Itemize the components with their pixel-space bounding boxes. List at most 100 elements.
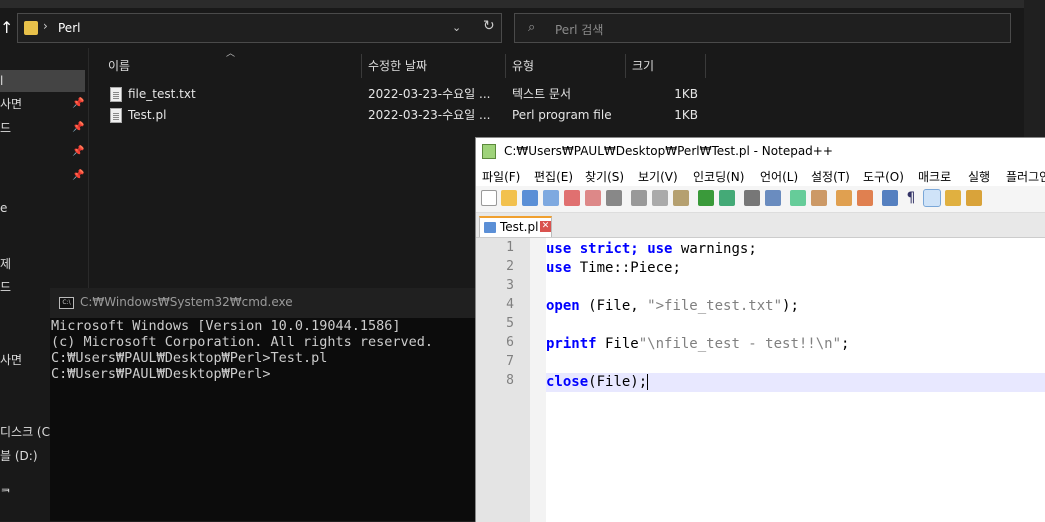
paste-icon[interactable] <box>673 190 689 206</box>
string-literal: ">file_test.txt" <box>647 298 783 314</box>
pin-icon: 📌 <box>72 146 85 157</box>
undo-icon[interactable] <box>698 190 714 206</box>
nav-item-pinned[interactable]: 📌 <box>0 141 88 163</box>
nav-item-e[interactable]: e <box>0 197 88 219</box>
keyword: close <box>546 374 589 390</box>
tab-test-pl[interactable]: Test.pl ✕ <box>479 216 552 237</box>
pin-icon: 📌 <box>72 98 85 109</box>
code-text: ; <box>841 336 850 352</box>
zoom-in-icon[interactable] <box>790 190 806 206</box>
nav-item-label: 드 <box>0 280 12 294</box>
file-type: 텍스트 문서 <box>512 87 572 101</box>
indent-guide-icon[interactable] <box>923 189 941 207</box>
nav-item-3d[interactable]: 제 <box>0 253 88 275</box>
replace-icon[interactable] <box>765 190 781 206</box>
keyword: use <box>546 260 572 276</box>
code-line[interactable]: use strict; use warnings; <box>546 240 1045 259</box>
line-number: 4 <box>506 297 514 312</box>
toolbar: ¶ <box>476 186 1045 213</box>
column-header-size[interactable]: 크기 <box>626 54 706 78</box>
code-line[interactable]: use Time::Piece; <box>546 259 1045 278</box>
file-row[interactable]: Test.pl 2022-03-23-수요일 ... Perl program … <box>108 105 728 126</box>
cmd-title: C:₩Windows₩System32₩cmd.exe <box>80 295 293 309</box>
code-line[interactable] <box>546 354 1045 373</box>
line-number-gutter: 1 2 3 4 5 6 7 8 <box>476 238 546 522</box>
nav-item-label: 드 <box>0 121 12 135</box>
current-code-line[interactable]: close(File); <box>546 373 1045 392</box>
close-file-icon[interactable] <box>564 190 580 206</box>
console-line: (c) Microsoft Corporation. All rights re… <box>51 334 434 350</box>
menu-file[interactable]: 파일(F) <box>482 168 520 185</box>
line-number: 1 <box>506 240 514 255</box>
nav-item-downloads[interactable]: 드 📌 <box>0 117 88 139</box>
code-line[interactable] <box>546 316 1045 335</box>
notepadpp-titlebar[interactable]: C:₩Users₩PAUL₩Desktop₩Perl₩Test.pl - Not… <box>476 138 1045 166</box>
pilcrow-icon[interactable]: ¶ <box>903 190 919 206</box>
tab-bar: Test.pl ✕ <box>476 213 1045 238</box>
udl-icon[interactable] <box>945 190 961 206</box>
nav-item-selected[interactable]: l <box>0 70 85 92</box>
notepadpp-window[interactable]: C:₩Users₩PAUL₩Desktop₩Perl₩Test.pl - Not… <box>475 137 1045 522</box>
code-line[interactable] <box>546 278 1045 297</box>
menu-settings[interactable]: 설정(T) <box>811 168 850 185</box>
ribbon-strip <box>0 0 1024 8</box>
find-icon[interactable] <box>744 190 760 206</box>
zoom-out-icon[interactable] <box>811 190 827 206</box>
menu-view[interactable]: 보기(V) <box>638 168 678 185</box>
column-header-name[interactable]: 이름 <box>102 54 362 78</box>
nav-item-label: 블 (D:) <box>0 449 38 463</box>
redo-icon[interactable] <box>719 190 735 206</box>
menu-run[interactable]: 실행 <box>968 168 990 185</box>
doc-map-icon[interactable] <box>966 190 982 206</box>
code-editor[interactable]: 1 2 3 4 5 6 7 8 use strict; use warnings… <box>476 238 1045 522</box>
up-arrow-icon[interactable]: ↑ <box>0 18 14 38</box>
line-number: 8 <box>506 373 514 388</box>
cut-icon[interactable] <box>631 190 647 206</box>
save-all-icon[interactable] <box>543 190 559 206</box>
file-row[interactable]: file_test.txt 2022-03-23-수요일 ... 텍스트 문서 … <box>108 84 728 105</box>
sync-vertical-icon[interactable] <box>836 190 852 206</box>
menu-encoding[interactable]: 인코딩(N) <box>693 168 744 185</box>
code-line[interactable]: printf File"\nfile_test - test!!\n"; <box>546 335 1045 354</box>
close-tab-icon[interactable]: ✕ <box>540 221 551 232</box>
nav-item-pinned[interactable]: 📌 <box>0 165 88 187</box>
new-file-icon[interactable] <box>481 190 497 206</box>
close-all-icon[interactable] <box>585 190 601 206</box>
breadcrumb-chevron-icon[interactable]: › <box>43 19 48 33</box>
column-header-type[interactable]: 유형 <box>506 54 626 78</box>
breadcrumb-perl[interactable]: Perl <box>58 21 80 35</box>
refresh-icon[interactable]: ↻ <box>483 18 495 34</box>
menu-macro[interactable]: 매크로 <box>918 168 951 185</box>
menu-tools[interactable]: 도구(O) <box>863 168 904 185</box>
code-text: (File); <box>588 374 648 390</box>
print-icon[interactable] <box>606 190 622 206</box>
code-line[interactable]: open (File, ">file_test.txt"); <box>546 297 1045 316</box>
console-output[interactable]: Microsoft Windows [Version 10.0.19044.15… <box>51 318 433 382</box>
search-box[interactable]: ⌕ Perl 검색 <box>514 13 1011 43</box>
window-title: C:₩Users₩PAUL₩Desktop₩Perl₩Test.pl - Not… <box>504 144 833 158</box>
console-line: Microsoft Windows [Version 10.0.19044.15… <box>51 318 401 334</box>
copy-icon[interactable] <box>652 190 668 206</box>
address-bar[interactable]: › Perl ⌄ ↻ <box>17 13 502 43</box>
keyword: printf <box>546 336 597 352</box>
string-literal: "\nfile_test - test!!\n" <box>638 336 842 352</box>
chevron-down-icon[interactable]: ⌄ <box>452 21 461 34</box>
open-file-icon[interactable] <box>501 190 517 206</box>
search-placeholder[interactable]: Perl 검색 <box>555 21 603 38</box>
nav-item-desktop[interactable]: 사면 📌 <box>0 93 88 115</box>
menu-search[interactable]: 찾기(S) <box>585 168 624 185</box>
menu-language[interactable]: 언어(L) <box>760 168 798 185</box>
column-header-date[interactable]: 수정한 날짜 <box>362 54 506 78</box>
nav-item-label: e <box>0 201 8 215</box>
keyword: use <box>546 241 572 257</box>
tab-label: Test.pl <box>500 220 539 234</box>
nav-item-label: 제 <box>0 257 12 271</box>
cmd-window[interactable]: C:\ C:₩Windows₩System32₩cmd.exe Microsof… <box>50 288 490 521</box>
sync-horizontal-icon[interactable] <box>857 190 873 206</box>
menu-edit[interactable]: 편집(E) <box>534 168 573 185</box>
save-icon[interactable] <box>522 190 538 206</box>
cmd-titlebar[interactable]: C:\ C:₩Windows₩System32₩cmd.exe <box>50 288 490 318</box>
menu-plugins[interactable]: 플러그인 <box>1006 168 1045 185</box>
word-wrap-icon[interactable] <box>882 190 898 206</box>
